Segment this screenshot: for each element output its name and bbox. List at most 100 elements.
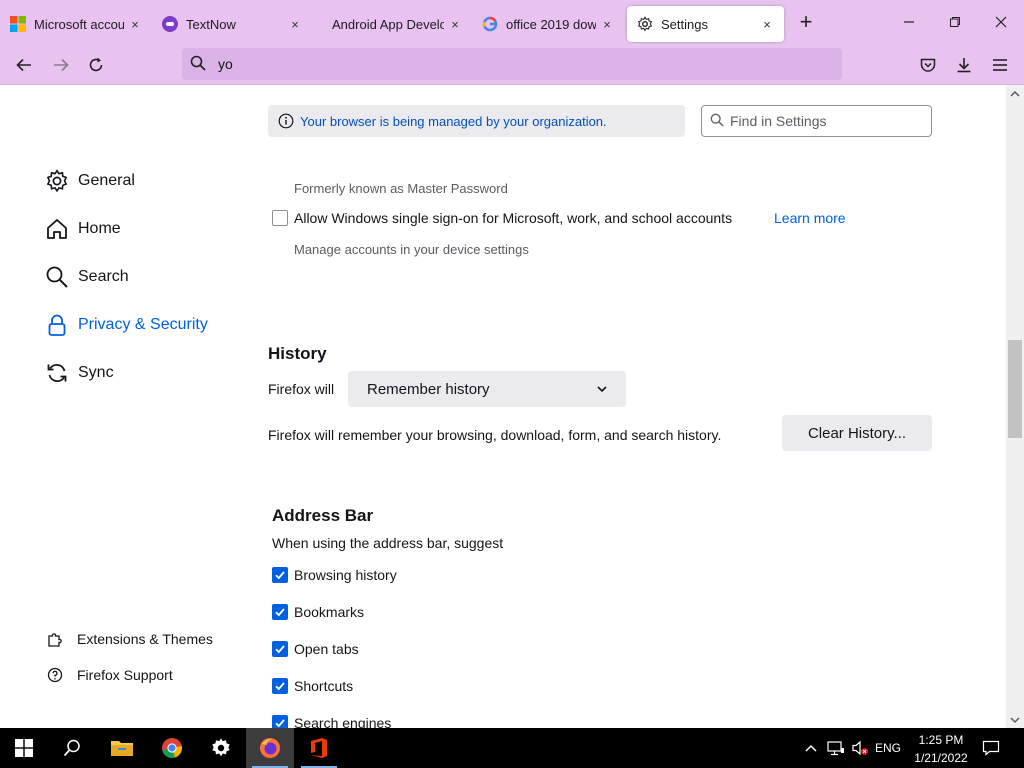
textnow-icon (162, 16, 178, 32)
tab-label: TextNow (186, 16, 236, 32)
sidebar-footer-label: Firefox Support (77, 667, 173, 683)
back-icon[interactable] (9, 50, 39, 80)
notifications-icon[interactable] (979, 728, 1003, 768)
show-hidden-icons-chevron-up-icon[interactable] (800, 728, 822, 768)
scrollbar-thumb[interactable] (1008, 340, 1022, 438)
close-tab-icon[interactable]: × (600, 17, 614, 32)
sidebar-item-label: Home (78, 220, 121, 237)
option-label: Search engines (294, 715, 392, 728)
sidebar-footer-label: Extensions & Themes (77, 631, 213, 647)
search-icon (190, 55, 206, 74)
language-indicator[interactable]: ENG (872, 728, 904, 768)
sync-icon (44, 360, 70, 386)
history-description: Firefox will remember your browsing, dow… (268, 427, 722, 443)
managed-banner-text[interactable]: Your browser is being managed by your or… (300, 114, 607, 129)
gear-icon (44, 168, 70, 194)
managed-banner: Your browser is being managed by your or… (268, 105, 685, 137)
sidebar-item-label: Sync (78, 364, 114, 381)
sidebar-item-label: Search (78, 268, 129, 285)
checkbox-checked-icon[interactable] (272, 678, 288, 694)
forward-icon[interactable] (46, 50, 76, 80)
gear-icon (637, 16, 653, 32)
sidebar-item-search[interactable]: Search (44, 262, 129, 292)
downloads-icon[interactable] (949, 50, 979, 80)
suggest-search-engines-option[interactable]: Search engines (272, 715, 391, 728)
address-bar-heading: Address Bar (272, 506, 374, 525)
scroll-up-icon[interactable] (1006, 87, 1024, 101)
sidebar-item-general[interactable]: General (44, 166, 135, 196)
system-clock[interactable]: 1:25 PM 1/21/2022 (904, 731, 978, 767)
history-mode-value: Remember history (367, 380, 490, 398)
scroll-down-icon[interactable] (1006, 713, 1024, 727)
sidebar-item-sync[interactable]: Sync (44, 358, 114, 388)
suggest-browsing-history-option[interactable]: Browsing history (272, 567, 397, 583)
tab-label: Android App Developm (332, 16, 444, 32)
menu-icon[interactable] (985, 50, 1015, 80)
suggest-open-tabs-option[interactable]: Open tabs (272, 641, 359, 657)
tab-label: office 2019 downloa (506, 16, 596, 32)
checkbox-checked-icon[interactable] (272, 567, 288, 583)
formerly-known-note: Formerly known as Master Password (294, 181, 508, 196)
sidebar-item-label: General (78, 172, 135, 189)
tab-microsoft-account[interactable]: Microsoft account | M × (0, 6, 152, 42)
info-icon (278, 113, 294, 129)
sso-checkbox[interactable] (272, 210, 288, 226)
close-tab-icon[interactable]: × (128, 17, 142, 32)
office-icon[interactable] (295, 728, 343, 768)
close-window-icon[interactable] (978, 0, 1024, 44)
checkbox-checked-icon[interactable] (272, 641, 288, 657)
clear-history-button[interactable]: Clear History... (782, 415, 932, 451)
network-icon[interactable] (824, 728, 848, 768)
find-in-settings-field[interactable]: Find in Settings (701, 105, 932, 137)
option-label: Shortcuts (294, 678, 354, 694)
tab-label: Settings (661, 16, 708, 32)
new-tab-button[interactable]: + (786, 4, 826, 40)
tab-settings[interactable]: Settings × (627, 6, 784, 42)
close-tab-icon[interactable]: × (288, 17, 302, 32)
manage-accounts-note: Manage accounts in your device settings (294, 242, 529, 257)
chrome-icon[interactable] (148, 728, 196, 768)
help-icon (46, 666, 64, 684)
lock-icon (44, 312, 70, 338)
file-explorer-icon[interactable] (98, 728, 146, 768)
puzzle-icon (46, 630, 64, 648)
option-label: Bookmarks (294, 604, 365, 620)
taskbar: ENG (0, 728, 1024, 768)
settings-gear-icon[interactable] (197, 728, 245, 768)
taskbar-search-icon[interactable] (48, 728, 96, 768)
address-bar-subtitle: When using the address bar, suggest (272, 535, 504, 551)
chevron-down-icon (596, 382, 608, 399)
tab-office-2019-download[interactable]: office 2019 downloa × (472, 6, 624, 42)
close-tab-icon[interactable]: × (760, 17, 774, 32)
checkbox-checked-icon[interactable] (272, 715, 288, 728)
suggest-shortcuts-option[interactable]: Shortcuts (272, 678, 353, 694)
find-in-settings-placeholder: Find in Settings (730, 113, 827, 129)
option-label: Open tabs (294, 641, 359, 657)
sidebar-extensions-themes[interactable]: Extensions & Themes (46, 630, 213, 648)
close-tab-icon[interactable]: × (448, 17, 462, 32)
restore-icon[interactable] (932, 0, 978, 44)
tab-strip: Microsoft account | M × TextNow × Androi… (0, 0, 1024, 44)
firefox-icon[interactable] (246, 728, 294, 768)
microsoft-icon (10, 16, 26, 32)
suggest-bookmarks-option[interactable]: Bookmarks (272, 604, 364, 620)
tab-android-app-development[interactable]: Android App Developm × (312, 6, 472, 42)
pocket-icon[interactable] (913, 50, 943, 80)
url-input-value[interactable]: yo (218, 56, 233, 72)
tab-textnow[interactable]: TextNow × (152, 6, 312, 42)
reload-icon[interactable] (81, 50, 111, 80)
clock-date: 1/21/2022 (914, 751, 968, 765)
sso-label: Allow Windows single sign-on for Microso… (294, 210, 733, 226)
firefox-will-label: Firefox will (268, 381, 335, 397)
search-icon (710, 113, 724, 130)
sidebar-item-home[interactable]: Home (44, 214, 121, 244)
history-mode-dropdown[interactable]: Remember history (348, 371, 626, 407)
checkbox-checked-icon[interactable] (272, 604, 288, 620)
sidebar-item-privacy-security[interactable]: Privacy & Security (44, 310, 208, 340)
volume-muted-icon[interactable] (848, 728, 872, 768)
minimize-icon[interactable] (886, 0, 932, 44)
sidebar-firefox-support[interactable]: Firefox Support (46, 666, 173, 684)
url-bar[interactable]: yo (182, 48, 842, 80)
learn-more-link[interactable]: Learn more (774, 210, 846, 226)
windows-start-icon[interactable] (0, 728, 48, 768)
